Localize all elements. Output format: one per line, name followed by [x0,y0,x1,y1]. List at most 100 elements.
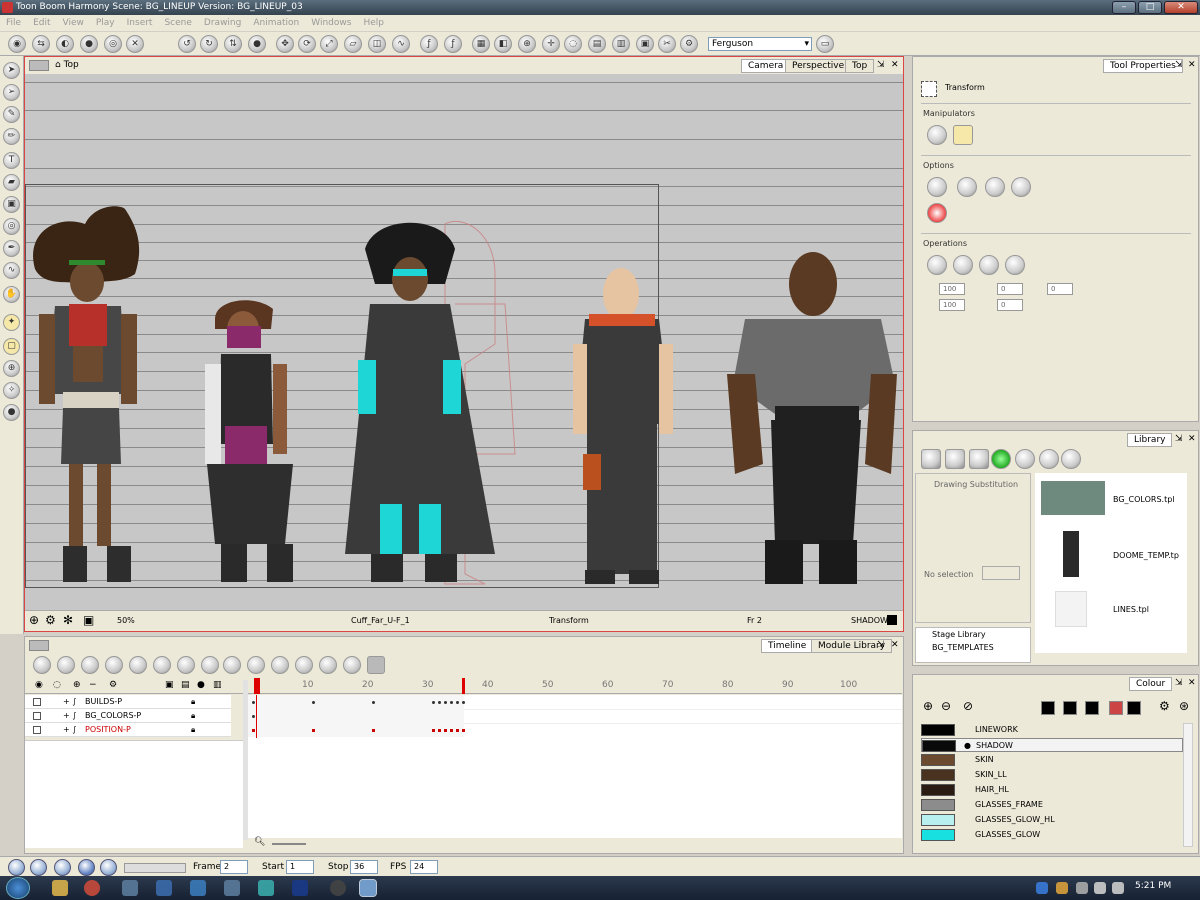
minimize-button[interactable]: – [1112,1,1136,14]
start-field[interactable]: 1 [286,860,314,874]
move-icon[interactable]: ✥ [276,35,294,53]
onion-skin-icon[interactable] [343,656,361,674]
rotate-cw-90-icon[interactable] [979,255,999,275]
keyframe[interactable] [438,729,441,732]
keyframe[interactable] [450,729,453,732]
layer-row[interactable]: + ∫ POSITION-P 🔒︎ [25,723,231,737]
reverse-frames-icon[interactable] [223,656,241,674]
template-thumbnail[interactable] [1063,531,1079,577]
skew-icon[interactable]: ▱ [344,35,362,53]
flip-horizontal-icon[interactable] [927,255,947,275]
template-thumbnail[interactable] [1055,591,1087,627]
layers-icon[interactable]: ▤ [588,35,606,53]
rotate-icon[interactable]: ⟳ [298,35,316,53]
close-drawing-icon[interactable]: ✕ [126,35,144,53]
sync-icon[interactable] [1015,449,1035,469]
bone-option-icon[interactable] [1011,177,1031,197]
taskbar-app-icon[interactable] [122,880,138,896]
layer-mode-icon[interactable]: ▥ [213,680,222,690]
keyframe[interactable] [432,701,435,704]
select-tool-icon[interactable]: ➤ [3,62,20,79]
menu-play[interactable]: Play [96,18,115,28]
settings-icon[interactable]: ⚙ [680,35,698,53]
volume-icon[interactable] [1112,882,1124,894]
add-keyframe-icon[interactable] [33,656,51,674]
keyframe[interactable] [372,701,375,704]
pencil-tool-icon[interactable]: ✏ [3,128,20,145]
layer-lock-icon[interactable]: 🔒︎ [191,709,195,723]
transform-tool-icon[interactable]: ▢ [3,338,20,355]
tab-timeline[interactable]: Timeline [761,639,814,653]
grid-icon[interactable]: ✛ [542,35,560,53]
flip-icon[interactable] [319,656,337,674]
list-view-icon[interactable] [1039,449,1059,469]
peg-select-option-icon[interactable] [957,177,977,197]
layer-checkbox[interactable] [33,712,41,720]
character-4[interactable] [573,268,673,584]
loop-icon[interactable] [54,859,71,876]
sub-layers-icon[interactable]: ▥ [612,35,630,53]
panel-close-icon[interactable]: ✕ [1188,60,1196,70]
close-button[interactable]: ✕ [1164,1,1198,14]
colour-swatch-row[interactable]: LINEWORK [921,723,1183,737]
substitution-field[interactable] [982,566,1020,580]
tray-icon[interactable] [1056,882,1068,894]
tab-library[interactable]: Library [1127,433,1173,447]
lightbulb-icon[interactable]: ◌ [564,35,582,53]
snap-icon[interactable]: ⊕ [518,35,536,53]
colour-swatch-row[interactable]: GLASSES_GLOW [921,828,1183,842]
playhead-marker[interactable] [254,678,260,694]
taskbar-app-icon[interactable] [156,880,172,896]
tab-tool-properties[interactable]: Tool Properties [1103,59,1183,73]
keyframe[interactable] [444,701,447,704]
stop-field[interactable]: 36 [350,860,378,874]
rotate-left-icon[interactable]: ↺ [178,35,196,53]
character-menu-icon[interactable]: ▭ [816,35,834,53]
rotate-ccw-90-icon[interactable] [1005,255,1025,275]
snap-option-icon[interactable] [985,177,1005,197]
camera-icon[interactable]: ◧ [494,35,512,53]
colour-tool-icon[interactable] [1063,701,1077,715]
new-library-icon[interactable] [945,449,965,469]
keyframe[interactable] [312,701,315,704]
flip-vertical-icon[interactable] [953,255,973,275]
taskbar-app-icon[interactable] [258,880,274,896]
peg-icon[interactable]: ƒ [420,35,438,53]
layer-lock-icon[interactable]: 🔒︎ [191,695,195,709]
nodes-icon[interactable]: ▣ [636,35,654,53]
library-item[interactable]: LINES.tpl [1113,605,1149,614]
morph-tool-icon[interactable]: ✧ [3,382,20,399]
keyframe[interactable] [252,729,255,732]
menu-animation[interactable]: Animation [253,18,299,28]
colour-tool-icon[interactable] [1085,701,1099,715]
taskbar-app-icon[interactable] [224,880,240,896]
function-icon[interactable]: ƒ [444,35,462,53]
layer-checkbox[interactable] [33,726,41,734]
taskbar-app-icon[interactable] [330,880,346,896]
timeline-scrollbar[interactable]: 🔍︎ [248,837,902,850]
tree-item-bg-templates[interactable]: BG_TEMPLATES [916,641,1030,654]
menu-insert[interactable]: Insert [127,18,153,28]
palette-lock-icon[interactable]: ⊛ [1179,699,1189,713]
rotate-right-icon[interactable]: ↻ [200,35,218,53]
set-stop-icon[interactable] [105,656,123,674]
panel-expand-icon[interactable]: ⇲ [877,640,885,650]
menu-help[interactable]: Help [363,18,384,28]
contour-editor-icon[interactable]: ➢ [3,84,20,101]
character-1[interactable] [33,206,140,582]
play-icon[interactable] [8,859,25,876]
add-drawing-icon[interactable] [57,656,75,674]
tray-icon[interactable] [1036,882,1048,894]
angle-field[interactable]: 0 [1047,283,1073,295]
panel-close-icon[interactable]: ✕ [891,60,899,70]
menu-scene[interactable]: Scene [164,18,191,28]
panel-expand-icon[interactable]: ⇲ [1175,434,1183,444]
light-table-icon[interactable]: ◎ [104,35,122,53]
tab-top[interactable]: Top [845,59,875,73]
spline-offset-icon[interactable]: ∿ [392,35,410,53]
x-field[interactable]: 0 [997,283,1023,295]
colour-list-scrollbar[interactable] [1183,723,1193,847]
non-constant-segment-icon[interactable] [201,656,219,674]
panel-menu-icon[interactable] [29,640,49,651]
tab-camera[interactable]: Camera [741,59,791,73]
